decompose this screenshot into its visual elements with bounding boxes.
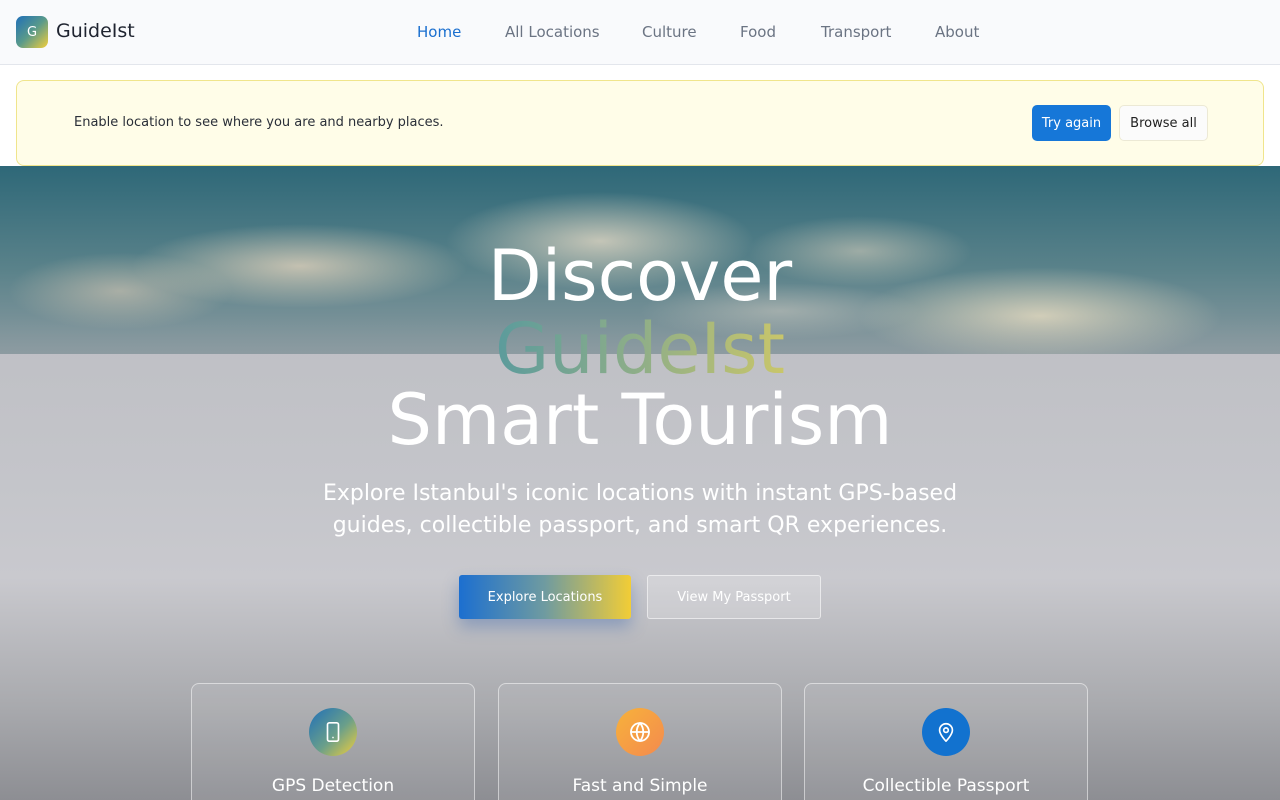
- feature-title: Collectible Passport: [862, 776, 1030, 796]
- feature-title: Fast and Simple: [572, 776, 708, 796]
- hero-subtitle: Explore Istanbul's iconic locations with…: [322, 481, 958, 538]
- nav-home[interactable]: Home: [417, 21, 461, 43]
- map-pin-icon: [922, 708, 970, 756]
- nav-all-locations[interactable]: All Locations: [505, 21, 600, 43]
- nav-food[interactable]: Food: [740, 21, 776, 43]
- main-nav: Home All Locations Culture Food Transpor…: [0, 21, 1280, 43]
- hero-title-line1: Discover: [487, 235, 793, 317]
- try-again-button[interactable]: Try again: [1032, 105, 1111, 141]
- hero-title-brand: GuideIst: [0, 309, 1280, 389]
- browse-all-button[interactable]: Browse all: [1119, 105, 1208, 141]
- location-alert: Enable location to see where you are and…: [16, 80, 1264, 166]
- phone-icon: [309, 708, 357, 756]
- feature-card-gps[interactable]: GPS Detection: [191, 683, 475, 800]
- explore-locations-button[interactable]: Explore Locations: [459, 575, 631, 619]
- feature-card-fast[interactable]: Fast and Simple: [498, 683, 782, 800]
- globe-icon: [616, 708, 664, 756]
- feature-title: GPS Detection: [271, 776, 395, 796]
- hero-section: Discover GuideIst Smart Tourism Explore …: [0, 166, 1280, 800]
- alert-message: Enable location to see where you are and…: [74, 115, 444, 130]
- top-navbar: G GuideIst Home All Locations Culture Fo…: [0, 0, 1280, 65]
- hero-brand-text: GuideIst: [494, 308, 786, 390]
- feature-card-passport[interactable]: Collectible Passport: [804, 683, 1088, 800]
- nav-culture[interactable]: Culture: [642, 21, 697, 43]
- view-passport-button[interactable]: View My Passport: [647, 575, 821, 619]
- nav-about[interactable]: About: [935, 21, 979, 43]
- hero-title-line3: Smart Tourism: [387, 379, 893, 461]
- nav-transport[interactable]: Transport: [821, 21, 891, 43]
